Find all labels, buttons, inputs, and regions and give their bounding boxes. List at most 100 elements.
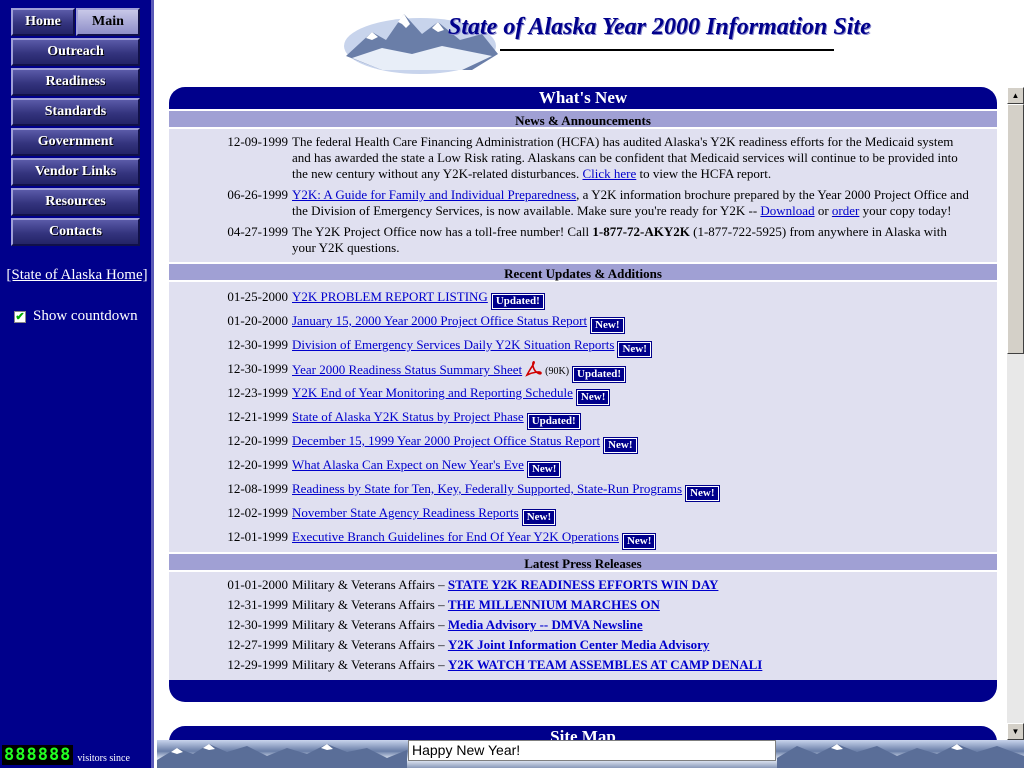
update-entry: November State Agency Readiness Reports N…	[292, 505, 972, 526]
news-item: 12-09-1999 The federal Health Care Finan…	[169, 133, 997, 183]
press-link[interactable]: Y2K WATCH TEAM ASSEMBLES AT CAMP DENALI	[448, 657, 762, 672]
update-entry: January 15, 2000 Year 2000 Project Offic…	[292, 313, 972, 334]
update-entry: December 15, 1999 Year 2000 Project Offi…	[292, 433, 972, 454]
whats-new-title: What's New	[169, 87, 997, 109]
news-body: your copy today!	[859, 203, 952, 218]
hcfa-report-link[interactable]: Click here	[582, 166, 636, 181]
press-heading: Latest Press Releases	[169, 552, 997, 572]
update-date: 12-30-1999	[227, 361, 288, 376]
press-source: Military & Veterans Affairs –	[292, 637, 448, 652]
status-badge: New!	[575, 389, 611, 406]
update-date: 12-01-1999	[227, 529, 288, 544]
vertical-scrollbar[interactable]: ▲ ▼	[1007, 87, 1024, 740]
update-entry: What Alaska Can Expect on New Year's Eve…	[292, 457, 972, 478]
counter-digits: 888888	[2, 745, 74, 765]
nav-contacts-button[interactable]: Contacts	[11, 218, 140, 246]
update-link[interactable]: State of Alaska Y2K Status by Project Ph…	[292, 409, 524, 424]
update-link[interactable]: December 15, 1999 Year 2000 Project Offi…	[292, 433, 600, 448]
update-entry: State of Alaska Y2K Status by Project Ph…	[292, 409, 972, 430]
press-date: 12-27-1999	[227, 637, 288, 652]
press-link[interactable]: Media Advisory -- DMVA Newsline	[448, 617, 643, 632]
status-badge: New!	[590, 317, 625, 334]
nav-vendor-links-button[interactable]: Vendor Links	[11, 158, 140, 186]
press-row: 12-27-1999 Military & Veterans Affairs – …	[169, 636, 997, 656]
press-date: 12-31-1999	[227, 597, 288, 612]
update-row: 12-01-1999 Executive Branch Guidelines fo…	[169, 528, 997, 552]
nav-home-button[interactable]: Home	[11, 8, 75, 36]
update-link[interactable]: What Alaska Can Expect on New Year's Eve	[292, 457, 524, 472]
counter-label: visitors since	[77, 753, 130, 764]
scroll-up-arrow-icon[interactable]: ▲	[1007, 87, 1024, 104]
countdown-toggle[interactable]: ✔ Show countdown	[14, 308, 138, 325]
news-text: The federal Health Care Financing Admini…	[292, 134, 972, 182]
update-row: 01-25-2000 Y2K PROBLEM REPORT LISTING Upda…	[169, 288, 997, 312]
update-link[interactable]: Readiness by State for Ten, Key, Federal…	[292, 481, 682, 496]
state-of-alaska-home-link[interactable]: [State of Alaska Home]	[4, 267, 150, 284]
update-link[interactable]: November State Agency Readiness Reports	[292, 505, 519, 520]
press-source: Military & Veterans Affairs –	[292, 657, 448, 672]
status-message-field: Happy New Year!	[408, 740, 776, 761]
update-row: 12-08-1999 Readiness by State for Ten, Ke…	[169, 480, 997, 504]
nav-readiness-button[interactable]: Readiness	[11, 68, 140, 96]
nav-standards-button[interactable]: Standards	[11, 98, 140, 126]
nav-government-button[interactable]: Government	[11, 128, 140, 156]
countdown-label: Show countdown	[33, 308, 138, 324]
update-row: 12-21-1999 State of Alaska Y2K Status by …	[169, 408, 997, 432]
bottom-status-frame: Happy New Year!	[157, 740, 1024, 768]
press-list: 01-01-2000 Military & Veterans Affairs – …	[169, 572, 997, 680]
news-item: 06-26-1999 Y2K: A Guide for Family and I…	[169, 186, 997, 220]
news-body: or	[814, 203, 832, 218]
nav-outreach-button[interactable]: Outreach	[11, 38, 140, 66]
press-entry: Military & Veterans Affairs – STATE Y2K …	[292, 577, 972, 595]
download-link[interactable]: Download	[760, 203, 814, 218]
press-link[interactable]: Y2K Joint Information Center Media Advis…	[448, 637, 710, 652]
scroll-down-arrow-icon[interactable]: ▼	[1007, 723, 1024, 740]
update-link[interactable]: Y2K PROBLEM REPORT LISTING	[292, 289, 488, 304]
update-date: 12-30-1999	[227, 337, 288, 352]
y2k-guide-link[interactable]: Y2K: A Guide for Family and Individual P…	[292, 187, 576, 202]
press-date: 12-30-1999	[227, 617, 288, 632]
file-size: (90K)	[545, 366, 570, 377]
left-nav-frame: Home Main Outreach Readiness Standards G…	[0, 0, 154, 768]
site-title: State of Alaska Year 2000 Information Si…	[448, 14, 871, 40]
update-date: 12-02-1999	[227, 505, 288, 520]
update-link[interactable]: Executive Branch Guidelines for End Of Y…	[292, 529, 619, 544]
nav-main-button[interactable]: Main	[76, 8, 140, 36]
update-row: 12-20-1999 What Alaska Can Expect on New …	[169, 456, 997, 480]
update-link[interactable]: Y2K End of Year Monitoring and Reporting…	[292, 385, 573, 400]
update-link[interactable]: Year 2000 Readiness Status Summary Sheet	[292, 362, 522, 377]
press-row: 12-29-1999 Military & Veterans Affairs – …	[169, 656, 997, 676]
press-entry: Military & Veterans Affairs – Media Advi…	[292, 617, 972, 635]
update-entry: Executive Branch Guidelines for End Of Y…	[292, 529, 972, 550]
press-row: 12-30-1999 Military & Veterans Affairs – …	[169, 616, 997, 636]
checkbox-checked-icon[interactable]: ✔	[14, 310, 26, 323]
status-badge: New!	[526, 461, 562, 478]
press-row: 01-01-2000 Military & Veterans Affairs – …	[169, 576, 997, 596]
status-badge: New!	[521, 509, 557, 526]
press-link[interactable]: THE MILLENNIUM MARCHES ON	[448, 597, 660, 612]
update-link[interactable]: January 15, 2000 Year 2000 Project Offic…	[292, 313, 587, 328]
news-date: 04-27-1999	[227, 224, 288, 239]
title-underline	[500, 49, 834, 51]
status-badge: Updated!	[490, 293, 545, 310]
update-entry: Division of Emergency Services Daily Y2K…	[292, 337, 972, 358]
order-link[interactable]: order	[832, 203, 859, 218]
update-row: 12-20-1999 December 15, 1999 Year 2000 Pr…	[169, 432, 997, 456]
press-link[interactable]: STATE Y2K READINESS EFFORTS WIN DAY	[448, 577, 719, 592]
news-date: 06-26-1999	[227, 187, 288, 202]
press-source: Military & Veterans Affairs –	[292, 617, 448, 632]
scroll-thumb[interactable]	[1007, 104, 1024, 354]
update-date: 12-08-1999	[227, 481, 288, 496]
update-date: 12-20-1999	[227, 433, 288, 448]
update-row: 01-20-2000 January 15, 2000 Year 2000 Pro…	[169, 312, 997, 336]
update-date: 12-20-1999	[227, 457, 288, 472]
status-badge: Updated!	[526, 413, 581, 430]
pdf-icon	[525, 361, 542, 377]
nav-resources-button[interactable]: Resources	[11, 188, 140, 216]
press-entry: Military & Veterans Affairs – Y2K WATCH …	[292, 657, 972, 675]
news-heading: News & Announcements	[169, 109, 997, 129]
update-link[interactable]: Division of Emergency Services Daily Y2K…	[292, 337, 614, 352]
news-date: 12-09-1999	[227, 134, 288, 149]
news-text: The Y2K Project Office now has a toll-fr…	[292, 224, 972, 256]
press-row: 12-31-1999 Military & Veterans Affairs – …	[169, 596, 997, 616]
